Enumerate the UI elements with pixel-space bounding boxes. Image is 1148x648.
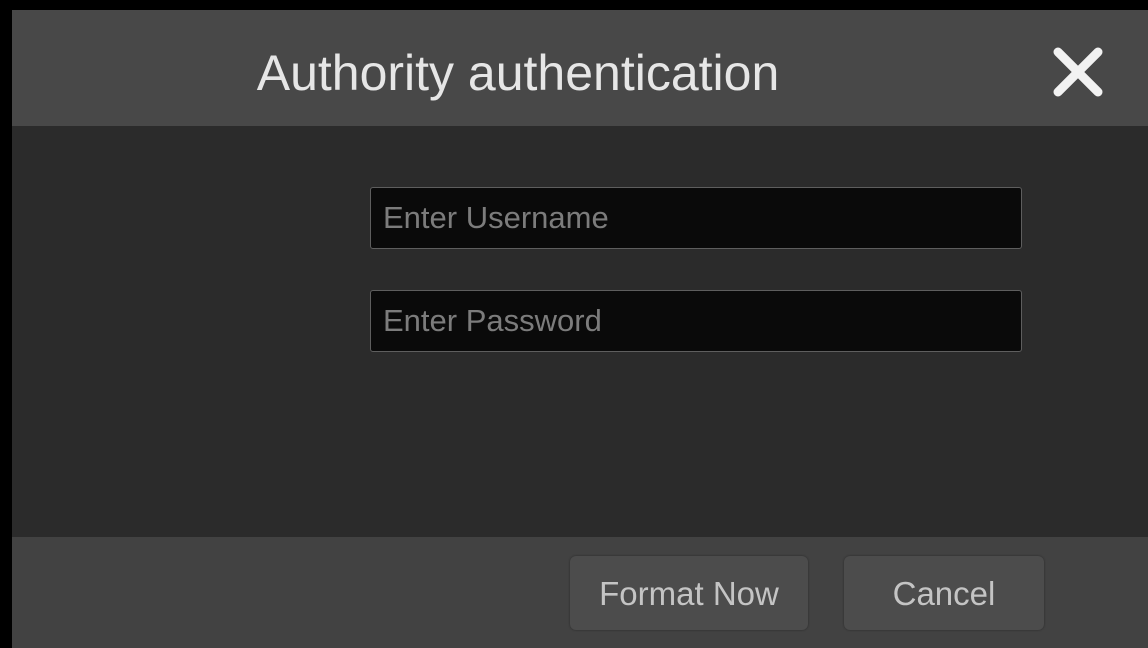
close-icon[interactable] [1050,44,1106,100]
cancel-button[interactable]: Cancel [844,556,1044,630]
format-now-button[interactable]: Format Now [570,556,808,630]
authority-authentication-dialog: Authority authentication Format Now Canc… [12,10,1148,648]
dialog-title: Authority authentication [256,45,780,101]
close-icon-graphic [1053,47,1103,97]
screen: Authority authentication Format Now Canc… [0,0,1148,648]
password-input[interactable] [370,290,1022,352]
username-input[interactable] [370,187,1022,249]
dialog-footer: Format Now Cancel [12,537,1148,648]
dialog-titlebar: Authority authentication [12,10,1148,126]
dialog-body [12,126,1148,537]
